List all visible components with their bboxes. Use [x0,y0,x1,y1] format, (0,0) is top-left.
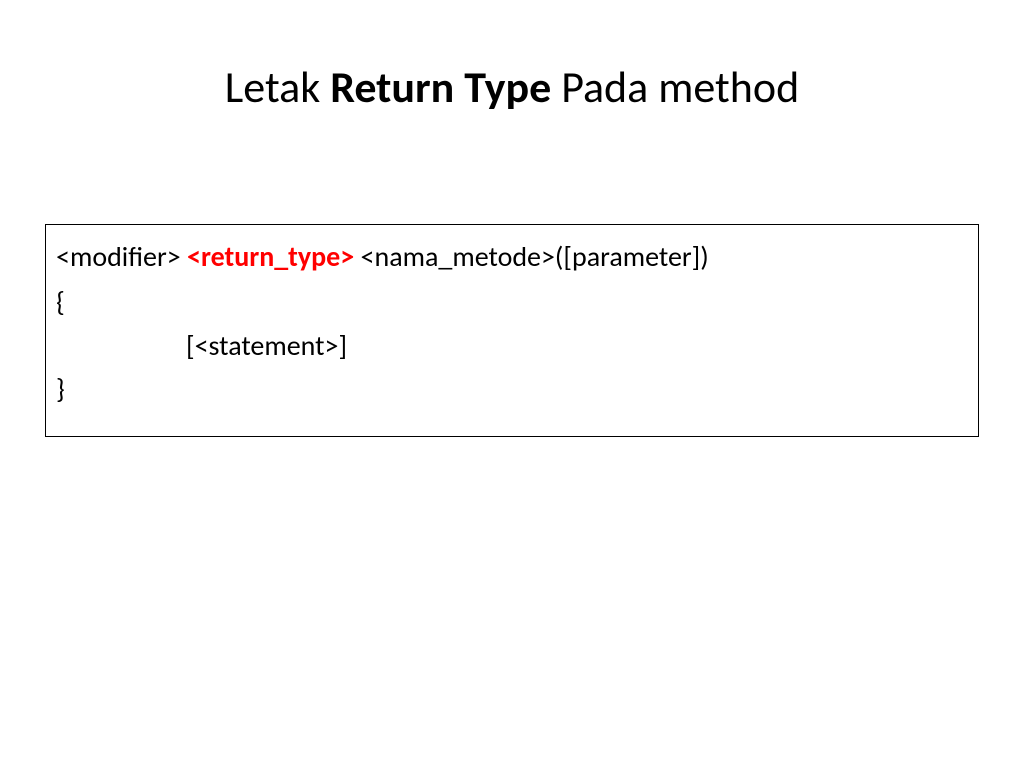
code-rest: <nama_metode>([parameter]) [354,239,709,274]
code-modifier: <modifier> [56,239,187,274]
code-open-brace: { [56,280,968,323]
slide-title: Letak Return Type Pada method [45,60,979,114]
title-bold: Return Type [330,60,551,114]
code-statement: [<statement>] [56,324,968,367]
code-line-signature: <modifier> <return_type> <nama_metode>([… [56,235,968,278]
code-box: <modifier> <return_type> <nama_metode>([… [45,224,979,437]
code-return-type: <return_type> [187,239,354,274]
title-part2: Pada method [551,60,799,114]
title-part1: Letak [225,60,330,114]
code-close-brace: } [56,367,968,410]
